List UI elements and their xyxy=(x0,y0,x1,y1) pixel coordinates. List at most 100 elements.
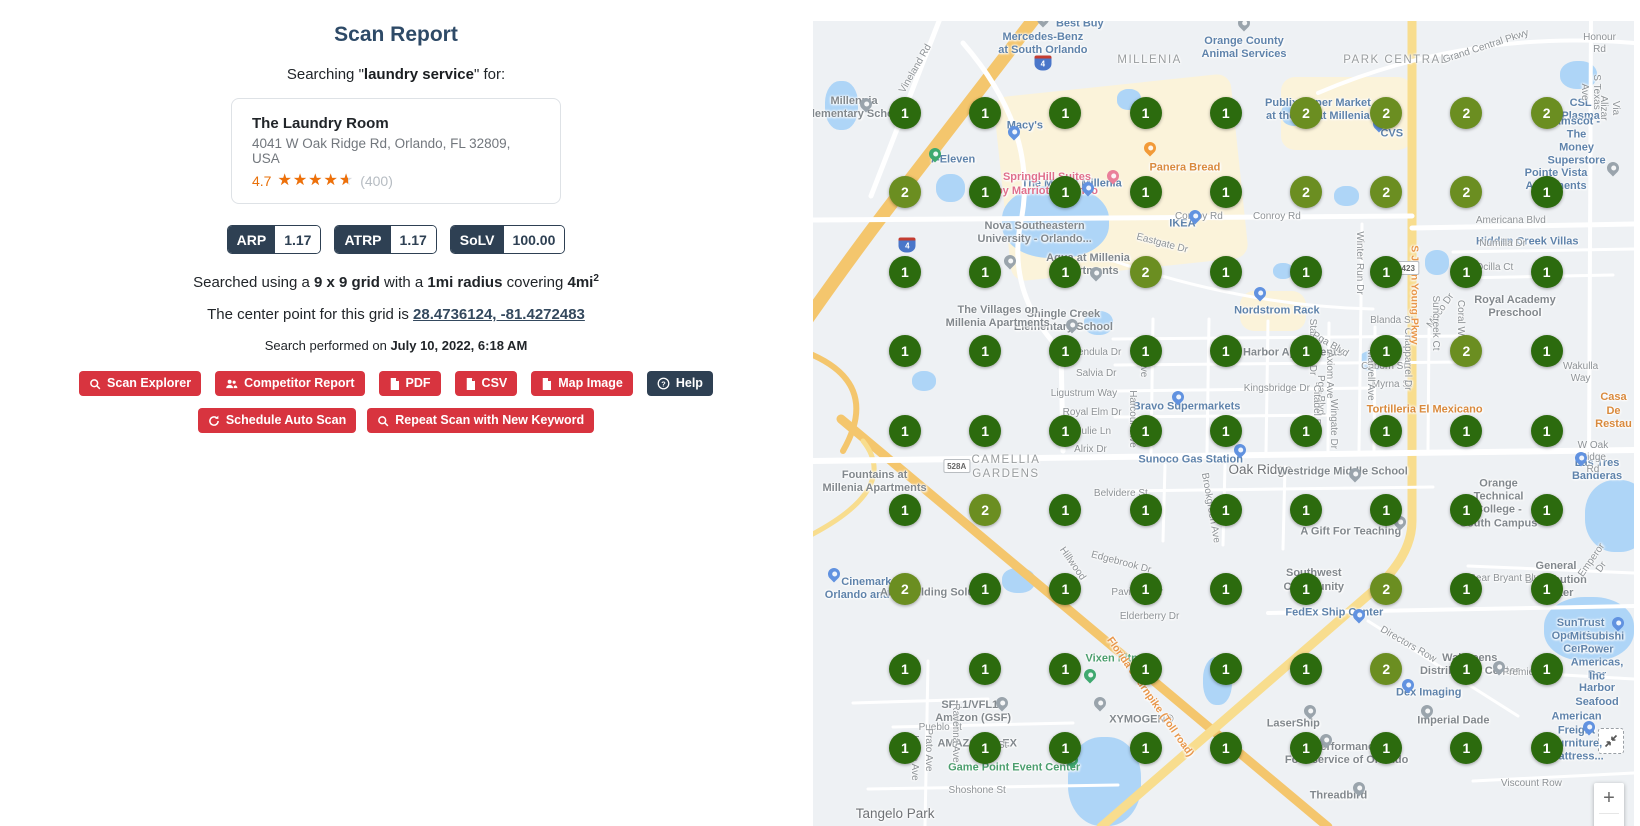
grid-marker[interactable]: 1 xyxy=(969,414,1002,447)
grid-marker[interactable]: 1 xyxy=(1209,255,1242,288)
interstate-shield: 4 xyxy=(1034,55,1052,71)
grid-marker[interactable]: 1 xyxy=(1450,573,1483,606)
grid-marker[interactable]: 1 xyxy=(1049,494,1082,527)
grid-marker[interactable]: 2 xyxy=(1530,96,1563,129)
grid-marker[interactable]: 1 xyxy=(1209,414,1242,447)
grid-marker[interactable]: 1 xyxy=(969,732,1002,765)
grid-marker[interactable]: 1 xyxy=(969,652,1002,685)
grid-marker[interactable]: 2 xyxy=(888,573,921,606)
scan-explorer-button[interactable]: Scan Explorer xyxy=(79,371,202,396)
grid-marker[interactable]: 1 xyxy=(1530,335,1563,368)
grid-marker[interactable]: 1 xyxy=(888,96,921,129)
grid-marker[interactable]: 1 xyxy=(888,732,921,765)
grid-marker[interactable]: 1 xyxy=(1049,414,1082,447)
grid-marker[interactable]: 1 xyxy=(1450,414,1483,447)
map-container[interactable]: + − MILLENIAPARK CENTRALCAMELLIA GARDENS… xyxy=(813,21,1634,826)
grid-marker[interactable]: 1 xyxy=(1530,732,1563,765)
grid-marker[interactable]: 1 xyxy=(1530,414,1563,447)
grid-marker[interactable]: 1 xyxy=(1209,652,1242,685)
grid-marker[interactable]: 1 xyxy=(1450,652,1483,685)
grid-marker[interactable]: 2 xyxy=(1129,255,1162,288)
map-image-button[interactable]: Map Image xyxy=(531,371,633,396)
pdf-button[interactable]: PDF xyxy=(378,371,441,396)
grid-marker[interactable]: 1 xyxy=(1450,255,1483,288)
route-shield: 528A xyxy=(943,459,971,474)
grid-marker[interactable]: 1 xyxy=(1530,176,1563,209)
grid-marker[interactable]: 1 xyxy=(888,414,921,447)
grid-marker[interactable]: 2 xyxy=(1450,96,1483,129)
grid-marker[interactable]: 1 xyxy=(1530,255,1563,288)
grid-marker[interactable]: 1 xyxy=(1290,732,1322,765)
grid-marker[interactable]: 1 xyxy=(888,494,921,527)
grid-marker[interactable]: 1 xyxy=(969,335,1002,368)
grid-marker[interactable]: 1 xyxy=(1530,573,1563,606)
grid-marker[interactable]: 1 xyxy=(1209,96,1242,129)
center-coordinates-link[interactable]: 28.4736124, -81.4272483 xyxy=(413,306,585,323)
grid-marker[interactable]: 1 xyxy=(1450,494,1483,527)
schedule-auto-scan-button[interactable]: Schedule Auto Scan xyxy=(197,408,357,433)
map-collapse-button[interactable] xyxy=(1598,728,1624,754)
grid-marker[interactable]: 2 xyxy=(1290,96,1322,129)
grid-marker[interactable]: 1 xyxy=(1049,335,1082,368)
grid-marker[interactable]: 1 xyxy=(1129,176,1162,209)
grid-marker[interactable]: 2 xyxy=(1370,96,1403,129)
grid-marker[interactable]: 1 xyxy=(1370,335,1403,368)
grid-marker[interactable]: 1 xyxy=(1290,414,1322,447)
grid-marker[interactable]: 2 xyxy=(969,494,1002,527)
grid-marker[interactable]: 1 xyxy=(1129,652,1162,685)
grid-marker[interactable]: 2 xyxy=(1450,335,1483,368)
grid-marker[interactable]: 1 xyxy=(969,96,1002,129)
grid-marker[interactable]: 1 xyxy=(1290,652,1322,685)
grid-marker[interactable]: 1 xyxy=(1370,255,1403,288)
grid-marker[interactable]: 1 xyxy=(888,652,921,685)
grid-marker[interactable]: 1 xyxy=(1530,494,1563,527)
grid-marker[interactable]: 1 xyxy=(1209,732,1242,765)
zoom-out-button[interactable]: − xyxy=(1594,814,1624,826)
grid-marker[interactable]: 1 xyxy=(1370,732,1403,765)
grid-marker[interactable]: 1 xyxy=(1450,732,1483,765)
review-count: (400) xyxy=(360,173,393,189)
grid-marker[interactable]: 1 xyxy=(1209,335,1242,368)
zoom-in-button[interactable]: + xyxy=(1594,783,1624,813)
grid-marker[interactable]: 1 xyxy=(1129,573,1162,606)
grid-marker[interactable]: 2 xyxy=(1370,652,1403,685)
grid-marker[interactable]: 1 xyxy=(1290,335,1322,368)
grid-marker[interactable]: 2 xyxy=(1370,176,1403,209)
grid-marker[interactable]: 1 xyxy=(1049,176,1082,209)
grid-marker[interactable]: 1 xyxy=(1290,494,1322,527)
competitor-report-button[interactable]: Competitor Report xyxy=(215,371,365,396)
grid-marker[interactable]: 1 xyxy=(1129,414,1162,447)
grid-marker[interactable]: 2 xyxy=(1290,176,1322,209)
grid-marker[interactable]: 1 xyxy=(1129,335,1162,368)
grid-marker[interactable]: 1 xyxy=(1209,494,1242,527)
grid-marker[interactable]: 1 xyxy=(1049,573,1082,606)
button-label: CSV xyxy=(481,376,508,390)
grid-marker[interactable]: 1 xyxy=(1530,652,1563,685)
grid-marker[interactable]: 2 xyxy=(1450,176,1483,209)
grid-marker[interactable]: 1 xyxy=(1129,494,1162,527)
grid-marker[interactable]: 1 xyxy=(1370,494,1403,527)
grid-marker[interactable]: 1 xyxy=(888,335,921,368)
grid-description: Searched using a 9 x 9 grid with a 1mi r… xyxy=(193,273,599,291)
help-button[interactable]: ? Help xyxy=(646,371,713,396)
grid-marker[interactable]: 2 xyxy=(1370,573,1403,606)
grid-marker[interactable]: 1 xyxy=(1129,732,1162,765)
button-label: Competitor Report xyxy=(244,376,355,390)
grid-marker[interactable]: 1 xyxy=(1049,732,1082,765)
grid-marker[interactable]: 1 xyxy=(888,255,921,288)
grid-marker[interactable]: 1 xyxy=(1290,573,1322,606)
grid-marker[interactable]: 1 xyxy=(1370,414,1403,447)
grid-marker[interactable]: 1 xyxy=(1290,255,1322,288)
grid-marker[interactable]: 1 xyxy=(969,255,1002,288)
csv-button[interactable]: CSV xyxy=(454,371,518,396)
grid-marker[interactable]: 1 xyxy=(1209,176,1242,209)
grid-marker[interactable]: 1 xyxy=(1129,96,1162,129)
grid-marker[interactable]: 1 xyxy=(1049,96,1082,129)
grid-marker[interactable]: 1 xyxy=(1049,652,1082,685)
grid-marker[interactable]: 1 xyxy=(969,573,1002,606)
repeat-scan-with-new-keyword-button[interactable]: Repeat Scan with New Keyword xyxy=(367,408,595,433)
grid-marker[interactable]: 2 xyxy=(888,176,921,209)
grid-marker[interactable]: 1 xyxy=(1049,255,1082,288)
grid-marker[interactable]: 1 xyxy=(969,176,1002,209)
grid-marker[interactable]: 1 xyxy=(1209,573,1242,606)
